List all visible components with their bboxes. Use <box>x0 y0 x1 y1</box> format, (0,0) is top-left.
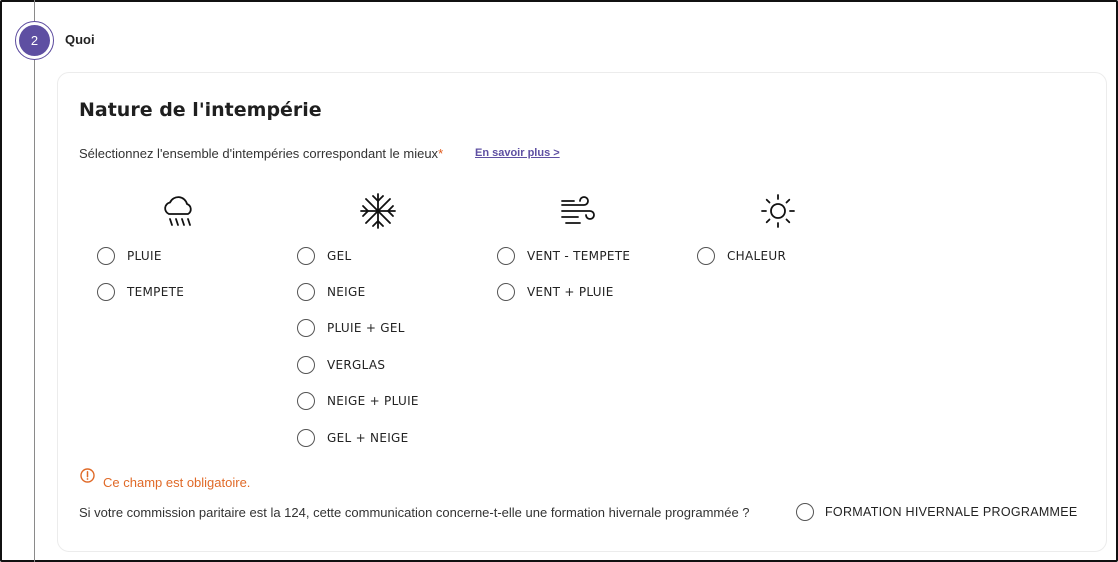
option-neige-pluie[interactable]: NEIGE + PLUIE <box>297 391 419 411</box>
snowflake-icon <box>359 192 397 230</box>
instruction-label: Sélectionnez l'ensemble d'intempéries co… <box>79 146 439 161</box>
rain-cloud-icon <box>160 192 198 230</box>
formation-question: Si votre commission paritaire est la 124… <box>79 505 750 520</box>
option-gel[interactable]: GEL <box>297 246 351 266</box>
option-label: PLUIE <box>127 249 162 263</box>
sun-icon <box>759 192 797 230</box>
section-title: Nature de l'intempérie <box>79 99 322 121</box>
instruction-text: Sélectionnez l'ensemble d'intempéries co… <box>79 146 443 161</box>
step-title: Quoi <box>65 32 95 47</box>
option-label: NEIGE <box>327 285 366 299</box>
radio-button[interactable] <box>97 283 115 301</box>
option-pluie[interactable]: PLUIE <box>97 246 162 266</box>
option-label: GEL <box>327 249 352 263</box>
radio-button[interactable] <box>497 283 515 301</box>
option-formation-hivernale[interactable]: FORMATION HIVERNALE PROGRAMMEE <box>796 502 1078 522</box>
timeline-line <box>34 0 35 562</box>
option-vent-pluie[interactable]: VENT + PLUIE <box>497 282 614 302</box>
option-label: VERGLAS <box>327 358 386 372</box>
option-verglas[interactable]: VERGLAS <box>297 355 385 375</box>
option-neige[interactable]: NEIGE <box>297 282 365 302</box>
option-label: VENT - TEMPETE <box>527 249 631 263</box>
radio-button[interactable] <box>297 429 315 447</box>
radio-button[interactable] <box>297 247 315 265</box>
radio-button[interactable] <box>97 247 115 265</box>
radio-button[interactable] <box>297 392 315 410</box>
option-label: TEMPETE <box>127 285 185 299</box>
option-label: PLUIE + GEL <box>327 321 405 335</box>
option-label: FORMATION HIVERNALE PROGRAMMEE <box>825 505 1078 519</box>
radio-button[interactable] <box>796 503 814 521</box>
radio-button[interactable] <box>297 319 315 337</box>
wind-icon <box>559 192 597 230</box>
option-vent-tempete[interactable]: VENT - TEMPETE <box>497 246 630 266</box>
required-mark: * <box>438 146 444 161</box>
option-gel-neige[interactable]: GEL + NEIGE <box>297 428 409 448</box>
radio-button[interactable] <box>297 356 315 374</box>
option-pluie-gel[interactable]: PLUIE + GEL <box>297 318 405 338</box>
step-badge: 2 <box>15 21 54 60</box>
option-tempete[interactable]: TEMPETE <box>97 282 184 302</box>
learn-more-link[interactable]: En savoir plus > <box>475 147 560 159</box>
radio-button[interactable] <box>297 283 315 301</box>
option-label: VENT + PLUIE <box>527 285 614 299</box>
option-chaleur[interactable]: CHALEUR <box>697 246 786 266</box>
error-message: Ce champ est obligatoire. <box>103 475 251 490</box>
option-label: CHALEUR <box>727 249 787 263</box>
radio-button[interactable] <box>497 247 515 265</box>
radio-button[interactable] <box>697 247 715 265</box>
error-icon <box>80 468 95 483</box>
option-label: GEL + NEIGE <box>327 431 409 445</box>
step-number: 2 <box>19 25 50 56</box>
option-label: NEIGE + PLUIE <box>327 394 419 408</box>
